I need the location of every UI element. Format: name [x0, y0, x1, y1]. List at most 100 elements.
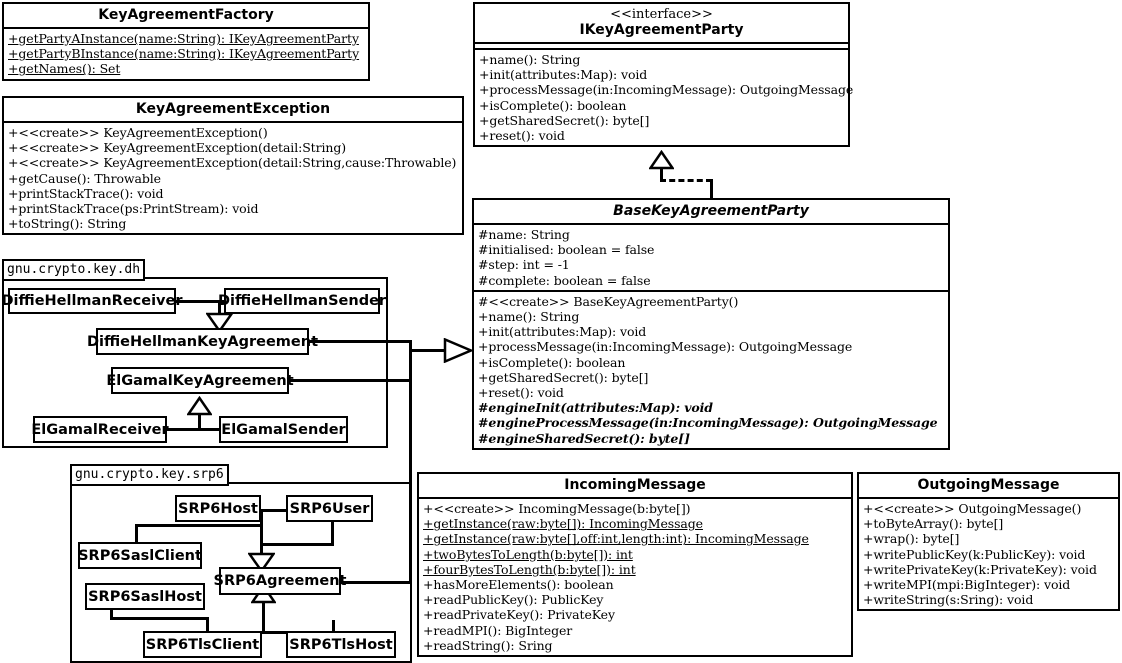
operation: +writePublicKey(k:PublicKey): void	[863, 546, 1086, 562]
class-srp6-user[interactable]: SRP6User	[286, 495, 373, 522]
generalization-srp6-user-leg	[260, 543, 334, 546]
operation: +getNames(): Set	[8, 61, 121, 77]
operation: +toByteArray(): byte[]	[863, 516, 1004, 532]
operation: +printStackTrace(ps:PrintStream): void	[8, 201, 259, 217]
class-srp6-tls-host[interactable]: SRP6TlsHost	[286, 631, 396, 658]
operation: +getPartyBInstance(name:String): IKeyAgr…	[8, 46, 360, 62]
operation: #engineProcessMessage(in:IncomingMessage…	[478, 415, 938, 431]
class-title: <<interface>> IKeyAgreementParty	[475, 4, 848, 42]
class-key-agreement-factory[interactable]: KeyAgreementFactory +getPartyAInstance(n…	[2, 2, 370, 81]
generalization-triangle-base-key-agreement-party	[443, 338, 473, 363]
operation: +fourBytesToLength(b:byte[]): int	[423, 561, 636, 577]
attribute: #step: int = -1	[478, 257, 570, 273]
operations-compartment: #<<create>> BaseKeyAgreementParty() +nam…	[474, 289, 948, 448]
operation: +isComplete(): boolean	[478, 354, 626, 370]
operation: #engineSharedSecret(): byte[]	[478, 430, 690, 446]
class-elgamal-sender[interactable]: ElGamalSender	[219, 416, 348, 443]
operation: +writePrivateKey(k:PrivateKey): void	[863, 561, 1097, 577]
generalization-trunk	[409, 340, 412, 583]
class-base-key-agreement-party[interactable]: BaseKeyAgreementParty #name: String #ini…	[472, 198, 950, 450]
operation: +writeMPI(mpi:BigInteger): void	[863, 577, 1071, 593]
operation: +getInstance(raw:byte[],off:int,length:i…	[423, 531, 809, 547]
operation: +name(): String	[479, 52, 581, 67]
class-srp6-agreement[interactable]: SRP6Agreement	[214, 567, 346, 595]
attribute: #initialised: boolean = false	[478, 242, 655, 258]
class-outgoing-message[interactable]: OutgoingMessage +<<create>> OutgoingMess…	[857, 472, 1120, 612]
class-srp6-tls-client[interactable]: SRP6TlsClient	[143, 631, 262, 658]
operations-compartment: +name(): String +init(attributes:Map): v…	[475, 48, 854, 145]
operation: +getSharedSecret(): byte[]	[479, 112, 650, 128]
operation: +processMessage(in:IncomingMessage): Out…	[479, 82, 854, 98]
generalization-srp6agreement-leg	[339, 581, 412, 584]
class-diffie-hellman-sender[interactable]: DiffieHellmanSender	[218, 288, 386, 314]
attributes-compartment: #name: String #initialised: boolean = fa…	[474, 223, 948, 290]
operation: +init(attributes:Map): void	[478, 324, 647, 340]
stereotype-label: <<interface>>	[610, 7, 713, 22]
operations-compartment: +<<create>> IncomingMessage(b:byte[]) +g…	[419, 497, 851, 655]
operation: +isComplete(): boolean	[479, 97, 627, 113]
operations-compartment: +<<create>> KeyAgreementException() +<<c…	[4, 121, 462, 233]
package-tab-dh: gnu.crypto.key.dh	[2, 259, 146, 281]
operation: +toString(): String	[8, 216, 127, 232]
generalization-srp6-saslclient-stub	[135, 524, 138, 544]
operation: +readMPI(): BigInteger	[423, 622, 573, 638]
package-tab-srp6: gnu.crypto.key.srp6	[70, 464, 229, 486]
class-diffie-hellman-receiver[interactable]: DiffieHellmanReceiver	[2, 288, 183, 314]
operation: +reset(): void	[478, 385, 564, 401]
realization-triangle-ikey-agreement-party	[649, 150, 674, 170]
class-title: KeyAgreementFactory	[98, 7, 274, 23]
operation: +<<create>> IncomingMessage(b:byte[])	[423, 501, 691, 516]
operation: +wrap(): byte[]	[863, 531, 960, 547]
operation: +writeString(s:Sring): void	[863, 592, 1034, 608]
class-elgamal-receiver[interactable]: ElGamalReceiver	[31, 416, 169, 443]
operation: +reset(): void	[479, 128, 565, 144]
operations-compartment: +<<create>> OutgoingMessage() +toByteArr…	[859, 497, 1118, 609]
generalization-srp6-saslclient-leg	[135, 524, 263, 527]
operation: +<<create>> KeyAgreementException(detail…	[8, 140, 346, 156]
generalization-triangle-elgamal	[187, 396, 212, 416]
class-ikey-agreement-party[interactable]: <<interface>> IKeyAgreementParty +name()…	[473, 2, 854, 148]
operation: +<<create>> KeyAgreementException(detail…	[8, 155, 457, 171]
attribute: #complete: boolean = false	[478, 272, 651, 288]
attribute: #name: String	[478, 227, 570, 242]
generalization-dhka-leg	[307, 340, 412, 343]
operations-compartment: +getPartyAInstance(name:String): IKeyAgr…	[4, 27, 368, 79]
operation: +readPrivateKey(): PrivateKey	[423, 607, 615, 623]
operation: +<<create>> OutgoingMessage()	[863, 501, 1082, 516]
class-diffie-hellman-key-agreement[interactable]: DiffieHellmanKeyAgreement	[87, 328, 318, 355]
operation: +hasMoreElements(): boolean	[423, 577, 614, 593]
operation: +<<create>> KeyAgreementException()	[8, 125, 268, 140]
class-title: KeyAgreementException	[135, 101, 331, 117]
operation: +getCause(): Throwable	[8, 170, 161, 186]
generalization-trunk-to-base	[409, 349, 447, 352]
class-title: IncomingMessage	[564, 477, 706, 493]
generalization-elgamalka-leg	[287, 379, 412, 382]
operation: +name(): String	[478, 309, 580, 325]
operation: +readPublicKey(): PublicKey	[423, 592, 604, 608]
generalization-elgamal-stem	[198, 414, 201, 430]
class-incoming-message[interactable]: IncomingMessage +<<create>> IncomingMess…	[417, 472, 853, 658]
operation: +getInstance(raw:byte[]): IncomingMessag…	[423, 516, 703, 532]
operation: +processMessage(in:IncomingMessage): Out…	[478, 339, 853, 355]
operation: #engineInit(attributes:Map): void	[478, 400, 713, 416]
realization-dashed-line	[660, 179, 712, 182]
operation: +init(attributes:Map): void	[479, 67, 648, 83]
class-key-agreement-exception[interactable]: KeyAgreementException +<<create>> KeyAgr…	[2, 96, 464, 236]
operation: +printStackTrace(): void	[8, 185, 164, 201]
generalization-srp6-bottom-stem	[262, 600, 265, 633]
generalization-srp6-saslhost-leg	[110, 617, 208, 620]
operation: +getSharedSecret(): byte[]	[478, 369, 649, 385]
class-elgamal-key-agreement[interactable]: ElGamalKeyAgreement	[106, 367, 294, 394]
operation: +readString(): Sring	[423, 637, 553, 653]
realization-drop	[710, 179, 713, 198]
class-srp6-sasl-client[interactable]: SRP6SaslClient	[78, 542, 202, 569]
class-srp6-sasl-host[interactable]: SRP6SaslHost	[85, 583, 205, 610]
class-title: OutgoingMessage	[917, 477, 1060, 493]
operation: +getPartyAInstance(name:String): IKeyAgr…	[8, 31, 359, 46]
class-name-label: IKeyAgreementParty	[579, 22, 744, 38]
class-title: BaseKeyAgreementParty	[613, 203, 809, 219]
uml-diagram-canvas: KeyAgreementFactory +getPartyAInstance(n…	[0, 0, 1122, 663]
class-srp6-host[interactable]: SRP6Host	[175, 495, 261, 522]
operation: +twoBytesToLength(b:byte[]): int	[423, 546, 633, 562]
operation: #<<create>> BaseKeyAgreementParty()	[478, 293, 739, 309]
